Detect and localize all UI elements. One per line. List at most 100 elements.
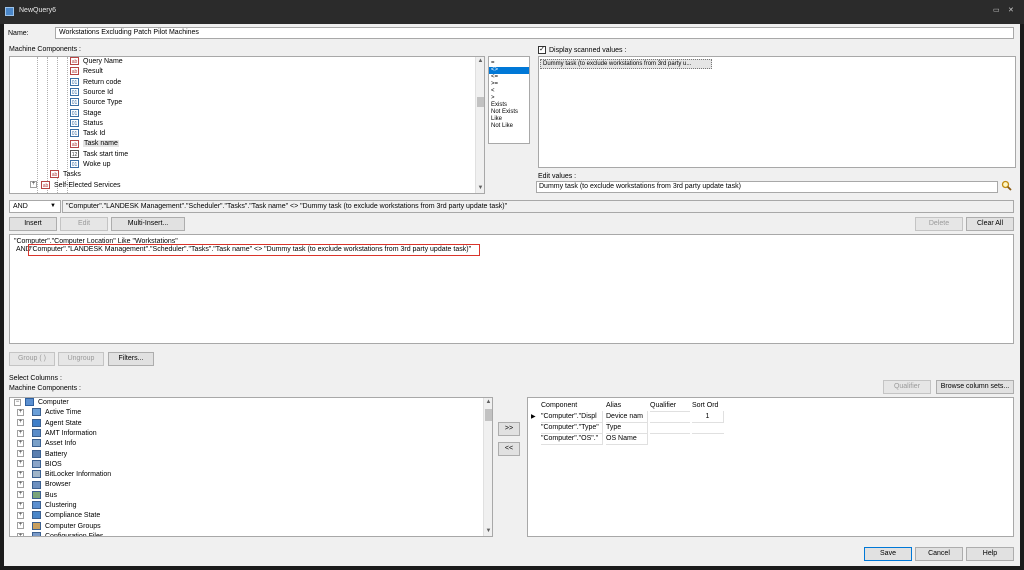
operator-item[interactable]: < [489,88,529,95]
tree-item[interactable]: + Clustering [17,501,77,511]
operator-item[interactable]: <= [489,74,529,81]
tree-item[interactable]: 12 Task start time [70,149,128,160]
operator-list[interactable]: = <> <= >= < > Exists Not Exists Like Not Like [488,56,530,144]
filters-button[interactable]: Filters... [108,352,154,366]
scroll-down-icon[interactable]: ▼ [476,184,484,193]
tree-item[interactable]: + BIOS [17,459,62,470]
expand-icon[interactable]: + [17,481,24,489]
tree-item[interactable]: + Compliance State [17,511,100,521]
expand-icon[interactable]: + [17,460,24,468]
cancel-button[interactable]: Cancel [915,547,963,561]
operator-item[interactable]: = [489,60,529,67]
collapse-icon[interactable]: − [14,398,21,406]
scanned-value-item[interactable]: Dummy task (to exclude workstations from… [540,59,712,69]
tree-item[interactable]: ab Task name [70,139,119,149]
search-icon[interactable] [1001,180,1012,191]
tree-item[interactable]: + Bus [17,490,57,501]
tree-item[interactable]: 01 Woke up [70,160,111,170]
operator-item[interactable]: Not Like [489,123,529,130]
multi-insert-button[interactable]: Multi-Insert... [111,217,185,231]
tree-item[interactable]: + ab Self-Elected Services [30,180,121,191]
operator-item[interactable]: <> [489,67,529,74]
column-header-qualifier[interactable]: Qualifier [650,400,688,411]
save-button[interactable]: Save [864,547,912,561]
tree-item[interactable]: ab Tasks [50,170,81,180]
operator-item[interactable]: Exists [489,102,529,109]
restore-button[interactable]: ▭ [993,6,1000,14]
table-cell-component[interactable]: "Computer"."OS"." [541,433,603,445]
tree-bottom-scrollbar[interactable]: ▲ ▼ [483,398,492,536]
highlighted-condition[interactable]: "Computer"."LANDESK Management"."Schedul… [28,244,480,256]
tree-root-computer[interactable]: − Computer [14,398,69,408]
expand-icon[interactable]: + [17,450,24,458]
selected-columns-table[interactable]: Component Alias Qualifier Sort Ord ▶ "Com… [527,397,1014,537]
add-column-button[interactable]: >> [498,422,520,436]
table-cell-alias[interactable]: OS Name [606,433,648,445]
column-header-sort[interactable]: Sort Ord [692,400,724,411]
remove-column-button[interactable]: << [498,442,520,456]
close-button[interactable]: ✕ [1008,6,1014,14]
column-header-alias[interactable]: Alias [606,400,646,411]
tree-item[interactable]: + Battery [17,449,67,460]
expand-icon[interactable]: + [17,419,24,427]
delete-button[interactable]: Delete [915,217,963,231]
tree-item[interactable]: 01 Return code [70,77,121,88]
help-button[interactable]: Help [966,547,1014,561]
edit-values-input[interactable]: Dummy task (to exclude workstations from… [536,181,998,193]
tree-item[interactable]: + Agent State [17,418,82,429]
scroll-up-icon[interactable]: ▲ [484,398,492,407]
tree-item[interactable]: + Active Time [17,408,81,418]
table-cell-sort[interactable] [692,433,724,434]
tree-item[interactable]: ab Query Name [70,57,123,67]
expand-icon[interactable]: + [17,501,24,509]
scroll-thumb[interactable] [477,97,484,107]
scroll-thumb[interactable] [485,409,492,421]
expand-icon[interactable]: + [30,181,37,189]
columns-component-tree[interactable]: − Computer + Active Time + Agent State + AMT In… [9,397,493,537]
expand-icon[interactable]: + [17,429,24,437]
insert-button[interactable]: Insert [9,217,57,231]
qualifier-button[interactable]: Qualifier [883,380,931,394]
tree-item[interactable]: + BitLocker Information [17,470,111,480]
operator-item[interactable]: Like [489,116,529,123]
scroll-down-icon[interactable]: ▼ [484,527,492,536]
tree-item[interactable]: + Configuration Files [17,532,103,536]
clear-all-button[interactable]: Clear All [966,217,1014,231]
expand-icon[interactable]: + [17,532,24,536]
tree-item[interactable]: 01 Source Type [70,98,122,108]
expand-icon[interactable]: + [17,470,24,478]
table-cell-qualifier[interactable] [650,433,690,434]
logic-select[interactable]: AND ▼ [9,200,61,213]
browse-column-sets-button[interactable]: Browse column sets... [936,380,1014,394]
column-header-component[interactable]: Component [541,400,597,411]
query-expression-area[interactable]: "Computer"."Computer Location" Like "Wor… [9,234,1014,344]
tree-item[interactable]: + Computer Groups [17,521,101,532]
tree-item[interactable]: ab Result [70,67,103,77]
operator-item[interactable]: >= [489,81,529,88]
expand-icon[interactable]: + [17,408,24,416]
group-button[interactable]: Group ( ) [9,352,55,366]
table-cell-qualifier[interactable] [650,411,690,412]
name-input[interactable]: Workstations Excluding Patch Pilot Machi… [55,27,1014,39]
display-scanned-checkbox[interactable]: ✓ [538,46,546,54]
expand-icon[interactable]: + [17,522,24,530]
scroll-up-icon[interactable]: ▲ [476,57,484,66]
tree-item[interactable]: + Asset Info [17,439,76,449]
operator-item[interactable]: Not Exists [489,109,529,116]
tree-item[interactable]: + Browser [17,480,71,490]
expand-icon[interactable]: + [17,511,24,519]
tree-item[interactable]: + AMT Information [17,429,97,439]
expand-icon[interactable]: + [17,439,24,447]
tree-top-scrollbar[interactable]: ▲ ▼ [475,57,484,193]
tree-item[interactable]: 01 Stage [70,108,101,119]
tree-item[interactable]: 01 Task Id [70,129,105,139]
scanned-values-list[interactable]: Dummy task (to exclude workstations from… [538,56,1016,168]
edit-button[interactable]: Edit [60,217,108,231]
tree-item[interactable]: 01 Source Id [70,88,113,98]
table-cell-qualifier[interactable] [650,422,690,423]
table-cell-sort[interactable] [692,422,724,423]
machine-components-tree[interactable]: ab Query Name ab Result 01 Return code 01 Sourc… [9,56,485,194]
tree-item[interactable]: 01 Status [70,118,103,129]
expand-icon[interactable]: + [17,491,24,499]
ungroup-button[interactable]: Ungroup [58,352,104,366]
